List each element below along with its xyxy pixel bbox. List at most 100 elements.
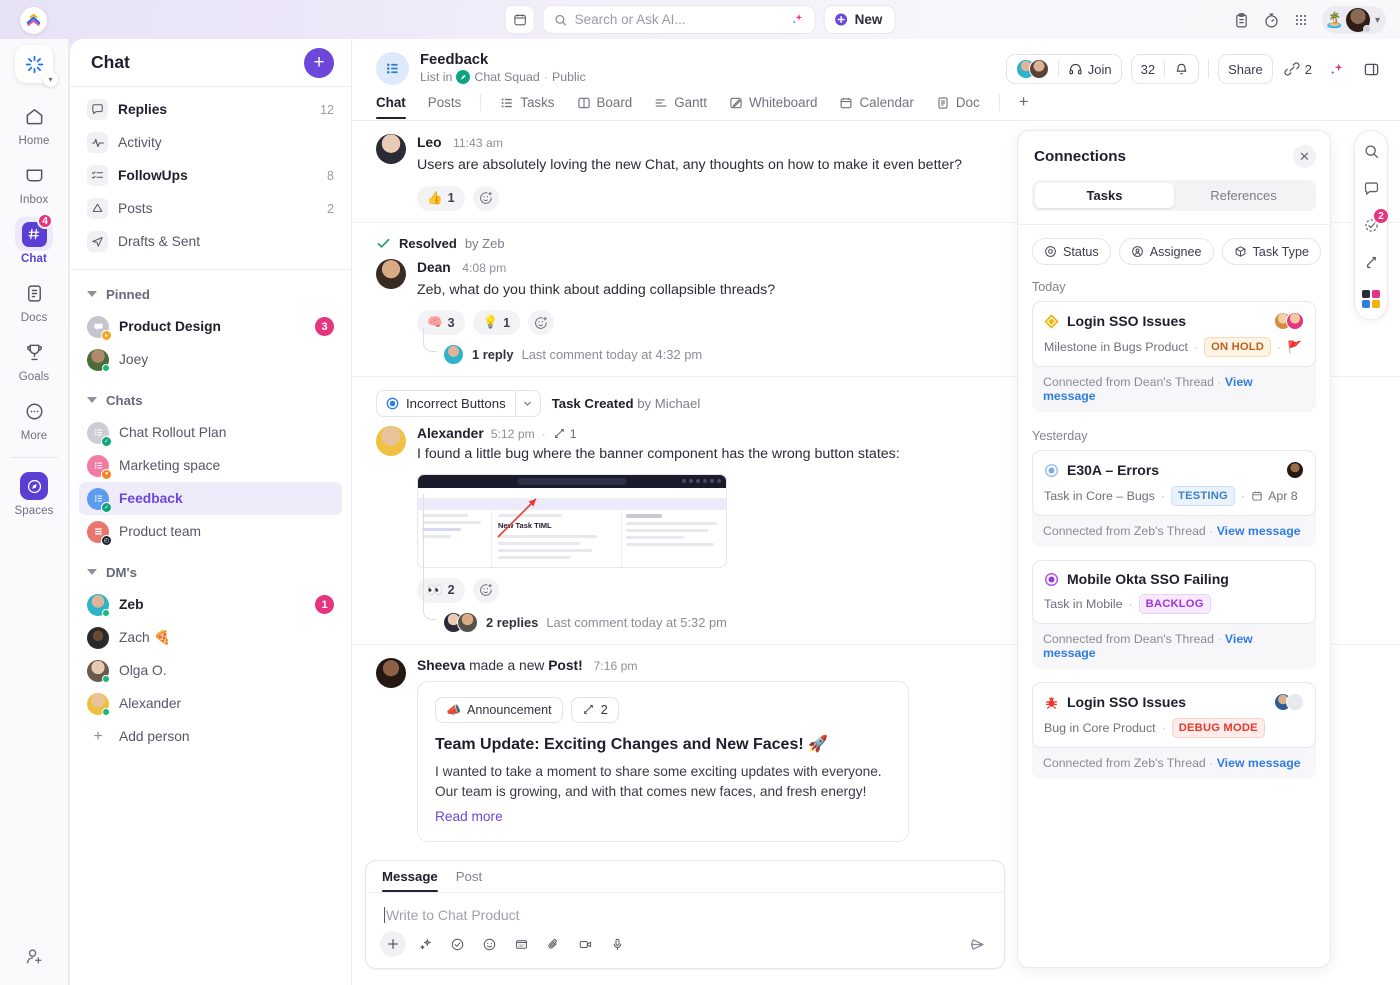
- post-tag-announcement[interactable]: 📣 Announcement: [435, 696, 563, 723]
- connections-tab-tasks[interactable]: Tasks: [1035, 183, 1174, 208]
- sidebar-item-alexander[interactable]: Alexander: [79, 687, 342, 720]
- sidebar-item-zeb[interactable]: Zeb 1: [79, 588, 342, 621]
- clickup-logo[interactable]: [20, 7, 47, 34]
- sidebar-item-home[interactable]: Home: [7, 99, 61, 147]
- plus-icon[interactable]: [380, 931, 406, 957]
- sidebar-item-zach[interactable]: Zach 🍕: [79, 621, 342, 654]
- chevron-down-icon[interactable]: ▾: [43, 72, 58, 87]
- sidebar-item-chat-rollout-plan[interactable]: ✓ Chat Rollout Plan: [79, 416, 342, 449]
- sidebar-item-goals[interactable]: Goals: [7, 335, 61, 383]
- composer-tab-message[interactable]: Message: [382, 869, 447, 892]
- calendar-icon[interactable]: [504, 5, 535, 34]
- status-badge[interactable]: ON HOLD: [1204, 337, 1272, 357]
- view-message-link[interactable]: View message: [1217, 756, 1301, 770]
- avatar[interactable]: [376, 657, 406, 688]
- connection-card[interactable]: E30A – Errors Task in Core – Bugs · TEST…: [1032, 450, 1316, 547]
- sidebar-item-product-team[interactable]: ◴ Product team: [79, 515, 342, 548]
- join-button[interactable]: Join: [1059, 55, 1121, 83]
- connection-card[interactable]: Login SSO Issues Bug in Core Product · D…: [1032, 682, 1316, 779]
- tab-tasks[interactable]: Tasks: [489, 95, 565, 119]
- post-link-count[interactable]: 2: [570, 696, 619, 723]
- workspace-switcher[interactable]: ▾: [15, 45, 58, 87]
- ai-sparkle-icon[interactable]: [412, 931, 438, 957]
- space-name[interactable]: Chat Squad: [474, 70, 539, 84]
- sidebar-item-marketing-space[interactable]: ● Marketing space: [79, 449, 342, 482]
- sidebar-section-pinned[interactable]: Pinned: [79, 279, 342, 309]
- send-button[interactable]: [964, 931, 990, 957]
- task-chip[interactable]: Incorrect Buttons: [376, 390, 541, 418]
- tab-posts[interactable]: Posts: [417, 95, 473, 119]
- status-badge[interactable]: TESTING: [1171, 486, 1235, 506]
- filter-status[interactable]: Status: [1032, 238, 1111, 265]
- share-button[interactable]: Share: [1218, 54, 1273, 84]
- reaction-bulb[interactable]: 💡 1: [472, 310, 521, 336]
- connections-toggle[interactable]: 2: [1282, 56, 1314, 82]
- mic-icon[interactable]: [604, 931, 630, 957]
- sidebar-item-posts[interactable]: Posts 2: [79, 192, 342, 225]
- sidebar-item-inbox[interactable]: Inbox: [7, 158, 61, 206]
- chevron-down-icon[interactable]: [514, 391, 540, 417]
- status-badge[interactable]: DEBUG MODE: [1171, 718, 1265, 738]
- add-reaction-icon[interactable]: [528, 310, 555, 336]
- invite-person-button[interactable]: [24, 946, 45, 967]
- attach-icon[interactable]: [540, 931, 566, 957]
- sidebar-item-product-design[interactable]: ▸ Product Design 3: [79, 310, 342, 343]
- connections-tab-references[interactable]: References: [1174, 183, 1313, 208]
- notification-count[interactable]: 32: [1132, 55, 1164, 83]
- avatar[interactable]: [376, 258, 406, 289]
- add-reaction-icon[interactable]: [472, 577, 499, 603]
- emoji-icon[interactable]: [476, 931, 502, 957]
- video-icon[interactable]: [572, 931, 598, 957]
- reaction-thumbsup[interactable]: 👍 1: [417, 185, 465, 211]
- sidebar-item-docs[interactable]: Docs: [7, 276, 61, 324]
- close-icon[interactable]: ✕: [1293, 145, 1316, 168]
- panel-layout-icon[interactable]: [1358, 56, 1384, 82]
- timer-icon[interactable]: [1263, 12, 1280, 29]
- link-count-chip[interactable]: 1: [553, 427, 577, 441]
- add-reaction-icon[interactable]: [472, 185, 499, 211]
- global-search[interactable]: [542, 5, 816, 34]
- search-icon[interactable]: [1360, 140, 1382, 162]
- participants-avatars[interactable]: [1007, 55, 1058, 83]
- task-check-icon[interactable]: [444, 931, 470, 957]
- filter-task-type[interactable]: Task Type: [1221, 238, 1321, 265]
- tab-gantt[interactable]: Gantt: [643, 95, 718, 119]
- add-view-button[interactable]: +: [1008, 92, 1040, 123]
- tab-board[interactable]: Board: [566, 95, 644, 119]
- new-button[interactable]: New: [823, 5, 896, 34]
- sidebar-item-joey[interactable]: Joey: [79, 343, 342, 376]
- composer-input[interactable]: Write to Chat Product: [366, 893, 1004, 927]
- sidebar-item-feedback[interactable]: ✓ Feedback: [79, 482, 342, 515]
- sidebar-item-replies[interactable]: Replies 12: [79, 93, 342, 126]
- post-card[interactable]: 📣 Announcement 2 Team Update: Exciting C…: [417, 680, 909, 842]
- flag-icon[interactable]: 🚩: [1287, 340, 1302, 354]
- sidebar-item-more[interactable]: More: [7, 394, 61, 442]
- sidebar-item-spaces[interactable]: Spaces: [7, 469, 61, 517]
- read-more-link[interactable]: Read more: [435, 809, 503, 824]
- ai-sparkle-icon[interactable]: [1323, 56, 1349, 82]
- new-chat-button[interactable]: +: [304, 47, 334, 78]
- sidebar-section-chats[interactable]: Chats: [79, 385, 342, 415]
- user-avatar-menu[interactable]: 🏝️ ▾: [1322, 6, 1386, 34]
- comment-icon[interactable]: [1360, 177, 1382, 199]
- ai-sparkle-icon[interactable]: [790, 12, 805, 27]
- tab-chat[interactable]: Chat: [376, 95, 417, 119]
- task-check-dashed-icon[interactable]: 2: [1360, 208, 1389, 236]
- sidebar-item-chat[interactable]: 4 Chat: [7, 213, 61, 265]
- apps-color-grid-icon[interactable]: [1360, 288, 1382, 310]
- sidebar-item-olga[interactable]: Olga O.: [79, 654, 342, 687]
- avatar[interactable]: [376, 426, 406, 457]
- composer-tab-post[interactable]: Post: [447, 869, 491, 892]
- apps-grid-icon[interactable]: [1293, 12, 1309, 28]
- gif-icon[interactable]: GIF: [508, 931, 534, 957]
- relationships-arrows-icon[interactable]: [1360, 251, 1382, 273]
- due-date[interactable]: Apr 8: [1251, 489, 1298, 503]
- connection-card[interactable]: Login SSO Issues Milestone in Bugs Produ…: [1032, 301, 1316, 412]
- tab-whiteboard[interactable]: Whiteboard: [718, 95, 828, 119]
- search-input[interactable]: [574, 12, 783, 27]
- bell-icon[interactable]: [1165, 55, 1198, 83]
- add-person-button[interactable]: + Add person: [79, 720, 342, 753]
- view-message-link[interactable]: View message: [1217, 524, 1301, 538]
- message-attachment-screenshot[interactable]: New Task TIML: [417, 473, 727, 568]
- sidebar-item-followups[interactable]: FollowUps 8: [79, 159, 342, 192]
